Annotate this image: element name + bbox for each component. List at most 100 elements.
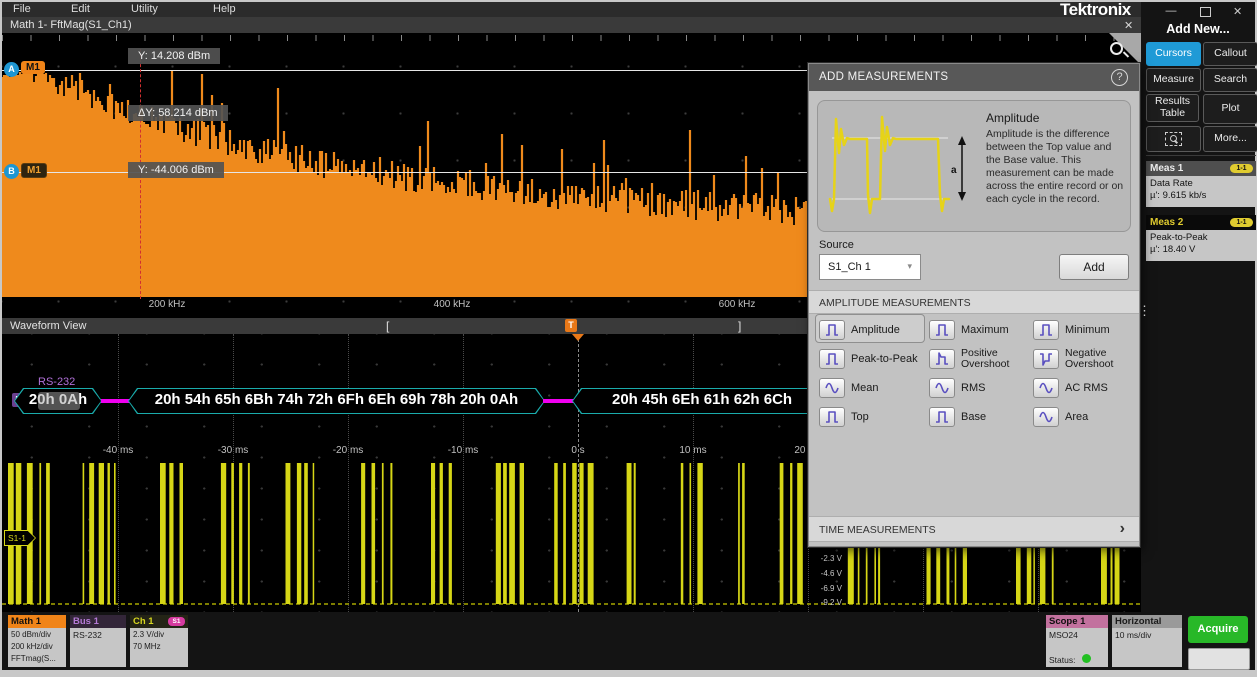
horizontal-badge[interactable]: Horizontal 10 ms/div xyxy=(1112,615,1182,667)
peak-to-peak-glyph-icon xyxy=(819,349,845,369)
meas2-value: µ': 18.40 V xyxy=(1146,243,1256,255)
measurement-label: Top xyxy=(851,412,869,423)
meas2-badge[interactable]: Meas 2 1-1 Peak-to-Peak µ': 18.40 V xyxy=(1146,215,1256,261)
ac-rms-glyph-icon xyxy=(1033,378,1059,398)
measurement-peak-to-peak[interactable]: Peak-to-Peak xyxy=(819,347,923,371)
dialog-title: ADD MEASUREMENTS xyxy=(819,71,948,83)
measurement-rms[interactable]: RMS xyxy=(929,376,1033,400)
menu-file[interactable]: File xyxy=(13,3,31,15)
amplitude-section-header: AMPLITUDE MEASUREMENTS xyxy=(809,290,1139,314)
freq-tick-label: 600 kHz xyxy=(709,299,765,310)
sidebar-callout-button[interactable]: Callout xyxy=(1203,42,1257,66)
measurement-mean[interactable]: Mean xyxy=(819,376,923,400)
freq-tick-label: 200 kHz xyxy=(139,299,195,310)
math1-badge[interactable]: Math 1 50 dBm/div 200 kHz/div FFTmag(S..… xyxy=(8,615,66,667)
time-tick-label: -20 ms xyxy=(320,445,376,456)
add-measurements-dialog: ADD MEASUREMENTS ? a Amplitude Amplitude… xyxy=(808,63,1140,547)
source-dropdown[interactable]: S1_Ch 1 ▾ xyxy=(819,254,921,280)
voltage-scale-label: -2.3 V xyxy=(798,554,842,563)
sidebar-search-button[interactable]: Search xyxy=(1203,68,1257,92)
meas1-badge[interactable]: Meas 1 1-1 Data Rate µ': 9.615 kb/s xyxy=(1146,161,1256,207)
trigger-arrow-icon xyxy=(572,334,584,341)
cursor-delta-readout: ΔY: 58.214 dBm xyxy=(128,105,228,121)
sidebar-divider xyxy=(1146,155,1256,156)
positive-overshoot-glyph-icon xyxy=(929,349,955,369)
time-tick-label: -40 ms xyxy=(90,445,146,456)
sidebar-more-button[interactable]: More... xyxy=(1203,126,1257,152)
measurement-ac-rms[interactable]: AC RMS xyxy=(1033,376,1137,400)
menu-edit[interactable]: Edit xyxy=(71,3,90,15)
rs232-idle-segment xyxy=(543,399,574,403)
restore-icon[interactable] xyxy=(1200,7,1211,17)
menu-help[interactable]: Help xyxy=(213,3,236,15)
acquire-button[interactable]: Acquire xyxy=(1188,616,1248,643)
area-glyph-icon xyxy=(1033,407,1059,427)
settings-bar: Math 1 50 dBm/div 200 kHz/div FFTmag(S..… xyxy=(2,612,1255,670)
measurement-name: Amplitude xyxy=(986,111,1039,125)
zoom-bracket-right[interactable]: ] xyxy=(738,319,741,333)
fft-view-title: Math 1- FftMag(S1_Ch1) xyxy=(10,19,132,31)
sidebar-cursors-button[interactable]: Cursors xyxy=(1146,42,1201,66)
tekscope-application-window: File Edit Utility Help Tektronix Math 1-… xyxy=(0,0,1257,677)
sidebar-zoom-tool-button[interactable] xyxy=(1146,126,1201,152)
packet-highlight-overlay xyxy=(38,392,80,410)
measurement-top[interactable]: Top xyxy=(819,405,923,429)
base-glyph-icon xyxy=(929,407,955,427)
time-tick-label: 0 s xyxy=(550,445,606,456)
measurement-description: Amplitude is the difference between the … xyxy=(986,128,1126,206)
acquire-secondary-button[interactable] xyxy=(1188,648,1250,670)
help-icon[interactable]: ? xyxy=(1111,69,1128,86)
meas1-type: Data Rate xyxy=(1146,176,1256,189)
sidebar-measure-button[interactable]: Measure xyxy=(1146,68,1201,92)
measurement-minimum[interactable]: Minimum xyxy=(1033,318,1137,342)
cursor-b-badge: B xyxy=(4,164,19,179)
cursor-a-badge: A xyxy=(4,62,19,77)
measurement-label: RMS xyxy=(961,383,985,394)
freq-tick-label: 400 kHz xyxy=(424,299,480,310)
measurement-area[interactable]: Area xyxy=(1033,405,1137,429)
chevron-down-icon: ▾ xyxy=(907,261,912,272)
bus-decode-label: RS-232 xyxy=(38,376,75,388)
fft-close-icon[interactable]: ✕ xyxy=(1124,19,1133,32)
menu-utility[interactable]: Utility xyxy=(131,3,158,15)
magnifier-icon[interactable] xyxy=(1110,42,1123,55)
time-section-header[interactable]: TIME MEASUREMENTS › xyxy=(809,516,1139,542)
digital-channel-tag-label: S1-1 xyxy=(5,531,35,545)
voltage-scale-label: -4.6 V xyxy=(798,569,842,578)
add-button[interactable]: Add xyxy=(1059,254,1129,280)
cursor-b-source-badge: M1 xyxy=(21,163,47,178)
measurement-amplitude[interactable]: Amplitude xyxy=(819,318,923,342)
trigger-marker[interactable]: T xyxy=(565,319,577,332)
scope1-status-label: Status: xyxy=(1049,655,1075,665)
zoom-tool-icon xyxy=(1165,132,1182,146)
measurement-negative-overshoot[interactable]: Negative Overshoot xyxy=(1033,347,1137,371)
measurement-label: Maximum xyxy=(961,325,1009,336)
measurement-maximum[interactable]: Maximum xyxy=(929,318,1033,342)
panel-drag-handle-icon[interactable]: ⋮ xyxy=(1138,304,1144,344)
dialog-header[interactable]: ADD MEASUREMENTS ? xyxy=(809,64,1139,91)
measurement-label: Area xyxy=(1065,412,1088,423)
rs232-idle-segment xyxy=(101,399,130,403)
measurement-base[interactable]: Base xyxy=(929,405,1033,429)
mean-glyph-icon xyxy=(819,378,845,398)
chevron-right-icon: › xyxy=(1120,520,1125,538)
bus1-type: RS-232 xyxy=(73,630,102,640)
measurement-label: Peak-to-Peak xyxy=(851,354,918,365)
sidebar-results-table-button[interactable]: Results Table xyxy=(1146,94,1199,122)
measurement-positive-overshoot[interactable]: Positive Overshoot xyxy=(929,347,1033,371)
sidebar-plot-button[interactable]: Plot xyxy=(1203,94,1257,124)
measurement-label: AC RMS xyxy=(1065,383,1108,394)
math1-scale: 50 dBm/div xyxy=(11,630,51,639)
minimize-icon[interactable]: — xyxy=(1164,5,1178,17)
ch1-badge[interactable]: Ch 1 S1 2.3 V/div 70 MHz xyxy=(130,615,188,667)
fft-view-title-bar[interactable]: Math 1- FftMag(S1_Ch1) ✕ xyxy=(2,17,1141,34)
voltage-scale-label: -9.2 V xyxy=(798,598,842,607)
measurement-label: Base xyxy=(961,412,986,423)
meas1-count-pill: 1-1 xyxy=(1230,164,1253,173)
close-icon[interactable]: ✕ xyxy=(1233,5,1242,18)
bus1-badge[interactable]: Bus 1 RS-232 xyxy=(70,615,126,667)
zoom-bracket-left[interactable]: [ xyxy=(386,319,389,333)
scope1-badge[interactable]: Scope 1 MSO24 Status: xyxy=(1046,615,1108,667)
rms-glyph-icon xyxy=(929,378,955,398)
add-new-sidebar: — ✕ Add New... Cursors Callout Measure S… xyxy=(1141,2,1255,612)
